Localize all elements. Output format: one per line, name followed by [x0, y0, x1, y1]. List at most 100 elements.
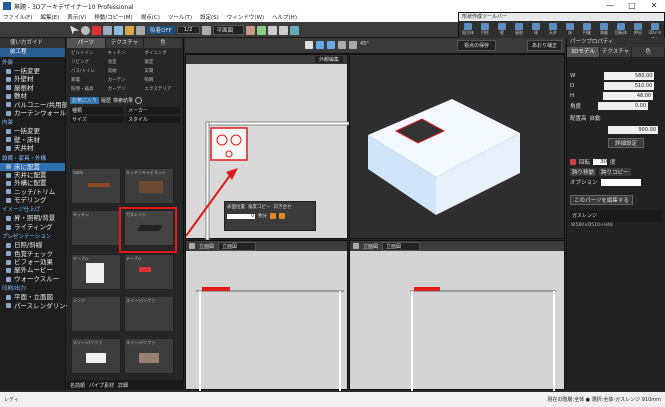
depth-input[interactable]: 510.00 [604, 82, 655, 90]
tab-texture[interactable]: テクスチャ [599, 47, 633, 57]
catalog-item-kitchen-cabinet[interactable]: キッチンキャビネット [124, 168, 174, 204]
attr-only-checkbox[interactable]: パイプ素材 [89, 382, 114, 389]
menu-window[interactable]: ウィンドウ(W) [227, 13, 264, 21]
gas-range-plan[interactable] [210, 127, 248, 161]
menu-view[interactable]: 表示(V) [67, 13, 86, 21]
menu-settings[interactable]: 設定(S) [200, 13, 219, 21]
menu-help[interactable]: ヘルプ(H) [272, 13, 297, 21]
paint-icon[interactable] [257, 25, 267, 35]
nav-item[interactable]: ライティング [0, 223, 65, 231]
category-link[interactable]: 浴室 [108, 59, 143, 67]
option-input[interactable] [600, 178, 641, 186]
elevation-view-2[interactable]: 立面図 立面図 [349, 240, 565, 391]
arrow-left-icon[interactable] [270, 213, 276, 219]
angle-readout[interactable]: 45° [360, 41, 369, 49]
nav-item[interactable]: 平面・立面図 [0, 293, 65, 301]
nav-item[interactable]: 敷材 [0, 92, 65, 100]
nav-item[interactable]: 屋外ムービー [0, 266, 65, 274]
catalog-item-table-3[interactable]: テーブル [124, 254, 174, 290]
opt-surface[interactable]: 表面位置 [227, 204, 245, 210]
catalog-item-sofa-2[interactable]: スイーツ/ソファ [71, 338, 121, 374]
elevation-2-select[interactable]: 立面図 [382, 241, 421, 251]
category-link[interactable]: バス/トイレ [71, 68, 106, 76]
category-link[interactable]: 照明・器具 [71, 86, 106, 94]
auto-checkbox[interactable]: 自動 [590, 114, 601, 122]
elevation-view-1[interactable]: 立面図 立面図 [185, 240, 348, 391]
category-link[interactable]: ガーデン [108, 86, 143, 94]
detail-settings-button[interactable]: 詳細設定 [608, 138, 645, 148]
width-input[interactable]: 580.00 [604, 72, 655, 80]
height-input[interactable]: 48.00 [603, 92, 654, 100]
tab-texture[interactable]: テクスチャ [105, 38, 145, 48]
guide-header[interactable]: 使い方ガイド [0, 38, 65, 48]
rotate-icon[interactable] [349, 41, 357, 49]
minimize-button[interactable]: — [599, 0, 621, 12]
maker-select[interactable]: メーカー [126, 107, 180, 114]
details-checkbox[interactable]: 詳細 [118, 382, 128, 389]
catalog-item-table-2[interactable]: テーブル [71, 254, 121, 290]
delete-icon[interactable] [92, 25, 101, 35]
tilt-correct-button[interactable]: あおり補正 [527, 40, 563, 51]
prev-step-tab[interactable]: 前工程 [0, 48, 65, 57]
select-tool-icon[interactable] [305, 41, 313, 49]
tab-color[interactable]: 色 [144, 38, 184, 48]
move-icon[interactable] [246, 25, 256, 35]
nav-item[interactable]: 色覚チェック [0, 250, 65, 258]
nav-item[interactable]: 壁・床材 [0, 136, 65, 144]
category-link[interactable]: 収納 [108, 68, 143, 76]
catalog-item-table[interactable]: table [71, 168, 121, 204]
menu-file[interactable]: ファイル(F) [3, 13, 32, 21]
close-button[interactable]: ✕ [643, 0, 665, 12]
category-link[interactable]: ビルトイン [71, 50, 106, 58]
nav-item[interactable]: 昇・照明/背景 [0, 214, 65, 222]
sort-select[interactable]: 名前順 [70, 382, 85, 389]
nav-item[interactable]: カーテンウォール [0, 109, 66, 117]
exterior-edit-label[interactable]: 外観編集 [314, 56, 343, 63]
search-result-filter[interactable]: 検索結果 [113, 97, 133, 104]
edit-part-button[interactable]: このパーツを編集する [570, 195, 633, 205]
menu-viewpoint[interactable]: 視点(C) [141, 13, 160, 21]
nav-item[interactable]: バルコニー/共用部下 [0, 101, 75, 109]
pan-icon[interactable] [338, 41, 346, 49]
category-link[interactable]: 玄関 [144, 68, 179, 76]
gas-range-elevation[interactable] [202, 287, 230, 291]
plan-icon[interactable] [201, 25, 211, 35]
maximize-button[interactable]: □ [621, 0, 643, 12]
nav-item[interactable]: パースレンダリング [0, 302, 72, 310]
category-link[interactable]: 照明 [144, 77, 179, 85]
catalog-item-4[interactable]: キッチン [71, 210, 121, 246]
nav-item[interactable]: 外壁材 [0, 75, 65, 83]
select-cursor-icon[interactable] [70, 25, 79, 35]
view-select[interactable]: 平面図 [212, 25, 245, 35]
menu-tools[interactable]: ツール(T) [168, 13, 192, 21]
category-link[interactable]: ダイニング [144, 50, 179, 58]
nav-item[interactable]: 外構に配置 [0, 179, 65, 187]
catalog-item-sofa-3[interactable]: スイーツ/ソファ [124, 338, 174, 374]
opt-angle-copy[interactable]: 角度コピー [248, 204, 271, 210]
zoom-in-icon[interactable] [316, 41, 324, 49]
elevation-1-select[interactable]: 立面図 [218, 241, 257, 251]
undo-icon[interactable] [81, 25, 90, 35]
catalog-item-sink[interactable]: シンク [71, 296, 121, 332]
size-select[interactable]: サイズ [70, 116, 124, 123]
category-link[interactable]: キッチン [108, 50, 143, 58]
scale-select[interactable]: 1/2 [176, 26, 200, 34]
nav-item[interactable]: モデリング [0, 196, 65, 204]
nav-item[interactable]: ウォークスルー [0, 275, 65, 283]
angle-input[interactable]: 0.00 [598, 102, 649, 110]
place-input[interactable]: 900.00 [608, 126, 658, 134]
perspective-view[interactable] [349, 54, 565, 239]
nav-item[interactable]: 日照/斜線 [0, 241, 65, 249]
gas-range-elevation[interactable] [414, 287, 440, 291]
snap-toggle[interactable]: 吸着OFF [147, 26, 175, 34]
favorites-filter[interactable]: お気に入り [70, 97, 100, 104]
camera-icon[interactable] [114, 25, 123, 35]
nav-item[interactable]: ニッチ/トリム [0, 188, 65, 196]
category-link[interactable]: カーテン [108, 77, 143, 85]
nav-item[interactable]: 屋根材 [0, 84, 65, 92]
measure-icon[interactable] [268, 25, 278, 35]
text-icon[interactable] [279, 25, 289, 35]
history-filter[interactable]: 履歴 [101, 97, 111, 104]
arrow-right-icon[interactable] [279, 213, 285, 219]
catalog-item-sofa[interactable]: スイーツ/ソファ [124, 296, 174, 332]
